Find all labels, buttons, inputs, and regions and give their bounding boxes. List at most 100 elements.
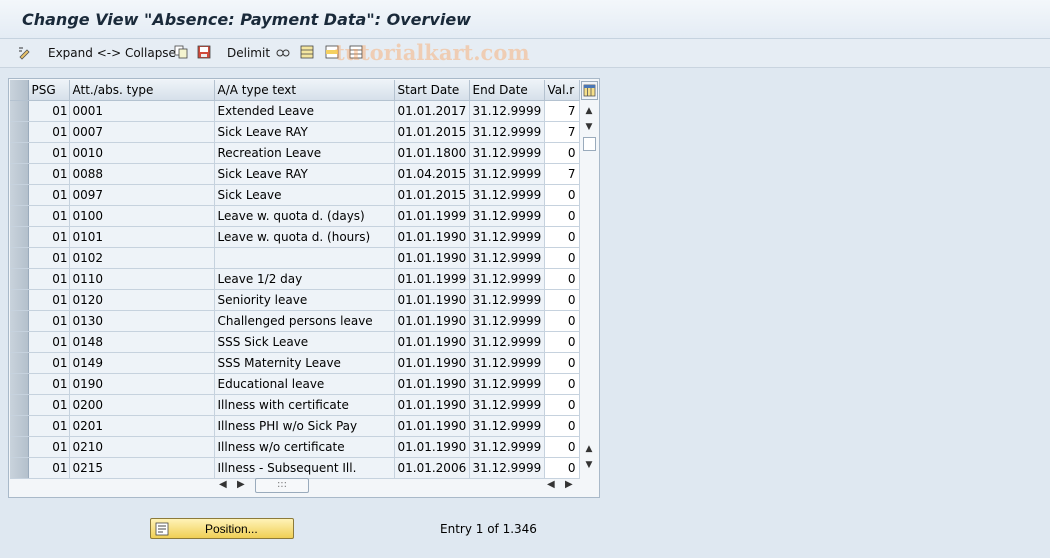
position-button-label: Position... (205, 522, 258, 536)
row-selector[interactable] (10, 121, 29, 143)
row-selector[interactable] (10, 226, 29, 248)
copy-icon[interactable] (174, 45, 188, 59)
scroll-left-icon[interactable]: ◀ (547, 479, 555, 490)
col-aa-type-text-header[interactable]: A/A type text (214, 80, 395, 101)
horizontal-scrollbar-left[interactable]: ◀ ▶ ::: (217, 478, 309, 493)
val-cell[interactable]: 0 (544, 394, 580, 416)
row-selector[interactable] (10, 352, 29, 374)
row-selector[interactable] (10, 394, 29, 416)
select-all-rows-button[interactable] (10, 80, 29, 101)
scroll-up-icon[interactable]: ▲ (583, 105, 595, 117)
expand-collapse-button[interactable]: Expand <-> Collapse (48, 46, 176, 62)
val-cell[interactable]: 0 (544, 436, 580, 458)
psg-cell: 01 (28, 226, 70, 248)
column-config-button[interactable] (581, 81, 598, 100)
delimit-button[interactable]: Delimit (227, 46, 270, 62)
val-cell[interactable]: 0 (544, 142, 580, 164)
aa-type-text-cell: Challenged persons leave (214, 310, 395, 332)
col-att-abs-type-header[interactable]: Att./abs. type (69, 80, 215, 101)
table-row[interactable]: 01 0130 Challenged persons leave 01.01.1990… (10, 310, 580, 332)
val-cell[interactable]: 7 (544, 121, 580, 143)
row-selector[interactable] (10, 436, 29, 458)
table-row[interactable]: 01 0200 Illness with certificate 01.01.1990… (10, 394, 580, 416)
row-selector[interactable] (10, 415, 29, 437)
table-row[interactable]: 01 0110 Leave 1/2 day 01.01.1999 31.12.9999 0 (10, 268, 580, 290)
table-row[interactable]: 01 0097 Sick Leave 01.01.2015 31.12.9999 0 (10, 184, 580, 206)
val-cell[interactable]: 7 (544, 100, 580, 122)
table-row[interactable]: 01 0215 Illness - Subsequent Ill. 01.01.200… (10, 457, 580, 479)
scroll-left-icon[interactable]: ◀ (219, 479, 227, 490)
position-button[interactable]: Position... (150, 518, 294, 539)
start-date-cell: 01.01.1999 (394, 205, 470, 227)
scroll-page-up-icon[interactable]: ▲ (583, 443, 595, 455)
table-row[interactable]: 01 0148 SSS Sick Leave 01.01.1990 31.12.9999… (10, 331, 580, 353)
col-val-header[interactable]: Val.r (544, 80, 580, 101)
table-row[interactable]: 01 0190 Educational leave 01.01.1990 31.12.9… (10, 373, 580, 395)
table-row[interactable]: 01 0201 Illness PHI w/o Sick Pay 01.01.1990… (10, 415, 580, 437)
val-cell[interactable]: 0 (544, 247, 580, 269)
row-selector[interactable] (10, 142, 29, 164)
att-abs-type-cell: 0200 (69, 394, 215, 416)
save-icon[interactable] (197, 45, 211, 59)
row-selector[interactable] (10, 184, 29, 206)
table-row[interactable]: 01 0210 Illness w/o certificate 01.01.1990 3… (10, 436, 580, 458)
vertical-scrollbar[interactable]: ▲ ▼ ▲ ▼ (581, 101, 597, 475)
table-row[interactable]: 01 0088 Sick Leave RAY 01.04.2015 31.12.9999… (10, 163, 580, 185)
table-row[interactable]: 01 0100 Leave w. quota d. (days) 01.01.1999… (10, 205, 580, 227)
table-row[interactable]: 01 0007 Sick Leave RAY 01.01.2015 31.12.9999… (10, 121, 580, 143)
scroll-right-icon[interactable]: ▶ (565, 479, 573, 490)
glasses-icon[interactable] (276, 45, 290, 59)
val-cell[interactable]: 0 (544, 184, 580, 206)
end-date-cell: 31.12.9999 (469, 163, 545, 185)
val-cell[interactable]: 0 (544, 457, 580, 479)
change-icon[interactable] (18, 46, 32, 60)
scroll-thumb[interactable] (583, 137, 596, 151)
col-psg-header[interactable]: PSG (28, 80, 70, 101)
col-start-date-header[interactable]: Start Date (394, 80, 470, 101)
val-cell[interactable]: 0 (544, 415, 580, 437)
end-date-cell: 31.12.9999 (469, 184, 545, 206)
val-cell[interactable]: 0 (544, 373, 580, 395)
row-selector[interactable] (10, 373, 29, 395)
end-date-cell: 31.12.9999 (469, 331, 545, 353)
table-row[interactable]: 01 0101 Leave w. quota d. (hours) 01.01.199… (10, 226, 580, 248)
aa-type-text-cell: Leave w. quota d. (days) (214, 205, 395, 227)
att-abs-type-cell: 0148 (69, 331, 215, 353)
table-row[interactable]: 01 0149 SSS Maternity Leave 01.01.1990 31.12… (10, 352, 580, 374)
row-selector[interactable] (10, 205, 29, 227)
scroll-page-down-icon[interactable]: ▼ (583, 459, 595, 471)
select-all-icon[interactable] (300, 45, 314, 59)
row-selector[interactable] (10, 247, 29, 269)
val-cell[interactable]: 0 (544, 226, 580, 248)
row-selector[interactable] (10, 310, 29, 332)
val-cell[interactable]: 7 (544, 163, 580, 185)
val-cell[interactable]: 0 (544, 310, 580, 332)
table-settings-icon (583, 84, 596, 97)
row-selector[interactable] (10, 289, 29, 311)
end-date-cell: 31.12.9999 (469, 436, 545, 458)
row-selector[interactable] (10, 163, 29, 185)
row-selector[interactable] (10, 457, 29, 479)
row-selector[interactable] (10, 331, 29, 353)
scroll-down-icon[interactable]: ▼ (583, 121, 595, 133)
table-row[interactable]: 01 0102 01.01.1990 31.12.9999 0 (10, 247, 580, 269)
aa-type-text-cell: Illness PHI w/o Sick Pay (214, 415, 395, 437)
start-date-cell: 01.01.1990 (394, 331, 470, 353)
scroll-right-icon[interactable]: ▶ (237, 479, 245, 490)
val-cell[interactable]: 0 (544, 331, 580, 353)
table-row[interactable]: 01 0001 Extended Leave 01.01.2017 31.12.9999… (10, 100, 580, 122)
scroll-thumb-horizontal[interactable]: ::: (255, 478, 309, 493)
val-cell[interactable]: 0 (544, 352, 580, 374)
table-row[interactable]: 01 0010 Recreation Leave 01.01.1800 31.12.99… (10, 142, 580, 164)
row-selector[interactable] (10, 100, 29, 122)
table-row[interactable]: 01 0120 Seniority leave 01.01.1990 31.12.999… (10, 289, 580, 311)
psg-cell: 01 (28, 184, 70, 206)
end-date-cell: 31.12.9999 (469, 121, 545, 143)
val-cell[interactable]: 0 (544, 205, 580, 227)
row-selector[interactable] (10, 268, 29, 290)
horizontal-scrollbar-right[interactable]: ◀ ▶ (545, 479, 579, 493)
col-end-date-header[interactable]: End Date (469, 80, 545, 101)
psg-cell: 01 (28, 310, 70, 332)
val-cell[interactable]: 0 (544, 268, 580, 290)
val-cell[interactable]: 0 (544, 289, 580, 311)
